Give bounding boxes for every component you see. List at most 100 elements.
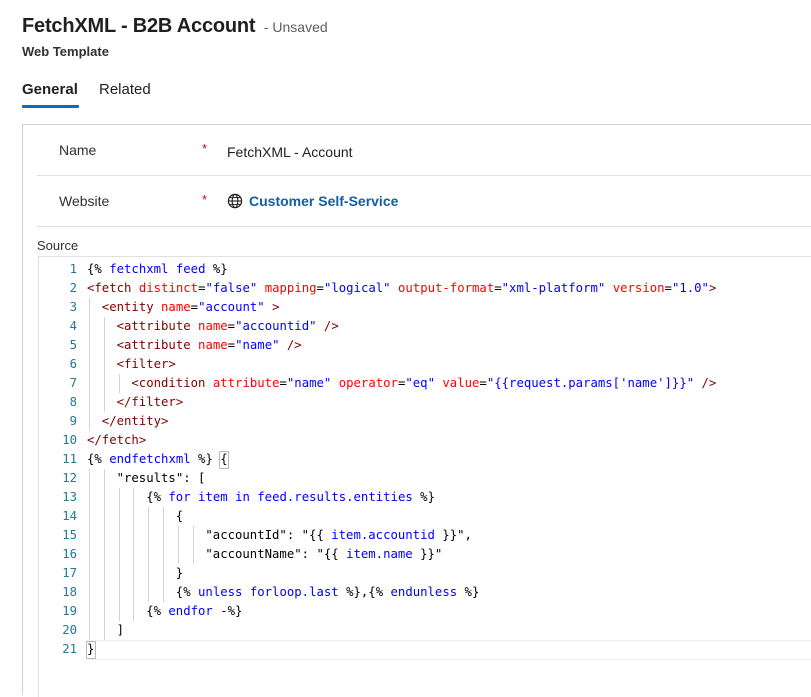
website-value: Customer Self-Service: [249, 193, 399, 209]
name-field[interactable]: FetchXML - Account: [227, 144, 353, 160]
code-token: distinct: [138, 281, 199, 295]
tab-related[interactable]: Related: [99, 81, 151, 98]
name-field-row: Name * FetchXML - Account: [37, 125, 811, 176]
code-token: />: [323, 319, 339, 333]
line-number: 8: [69, 395, 77, 409]
indent-guide: [89, 602, 90, 621]
code-token: =: [190, 300, 199, 314]
code-text: </fetch>: [87, 431, 146, 450]
entity-type-label: Web Template: [22, 44, 109, 59]
code-token: %}: [457, 585, 480, 599]
line-number: 18: [62, 585, 77, 599]
indent-guide: [192, 526, 194, 545]
required-indicator: *: [202, 192, 208, 207]
general-section: Name * FetchXML - Account Website * Cust…: [22, 124, 811, 697]
code-text: {% unless forloop.last %},{% endunless %…: [176, 583, 480, 602]
indent-guide: [148, 507, 150, 526]
record-header: FetchXML - B2B Account - Unsaved: [22, 15, 328, 38]
indent-guide: [148, 583, 150, 602]
code-token: </fetch>: [87, 433, 147, 447]
bracket-match-highlight: [86, 641, 96, 659]
indent-guide: [89, 564, 90, 583]
code-token: endunless: [390, 585, 458, 599]
code-token: %}: [412, 490, 435, 504]
indent-guide: [103, 469, 105, 488]
source-code-editor[interactable]: 1 {% fetchxml feed %} 2 <fetch distinct = "fa…: [38, 256, 811, 697]
indent-guide: [103, 545, 105, 564]
code-token: value: [442, 376, 480, 390]
indent-guide: [163, 564, 164, 583]
indent-guide: [177, 526, 179, 545]
code-token: name: [198, 338, 228, 352]
indent-guide: [103, 393, 105, 412]
indent-guide: [89, 393, 90, 412]
indent-guide: [148, 526, 150, 545]
indent-guide: [89, 412, 90, 431]
indent-guide: [163, 545, 164, 564]
indent-guide: [89, 526, 90, 545]
indent-guide: [89, 545, 90, 564]
code-text: <attribute name="accountid" />: [117, 317, 339, 336]
code-text: "accountId": "{{ item.accountid }}",: [205, 526, 472, 545]
indent-guide: [103, 526, 105, 545]
line-number: 20: [62, 623, 77, 637]
code-text: {% for item in feed.results.entities %}: [146, 488, 435, 507]
line-number: 7: [69, 376, 77, 390]
indent-guide: [133, 488, 135, 507]
indent-guide: [89, 469, 90, 488]
line-number: 1: [69, 262, 77, 276]
indent-guide: [148, 564, 150, 583]
line-number: 14: [62, 509, 77, 523]
code-token: -%}: [212, 604, 243, 618]
indent-guide: [103, 564, 105, 583]
code-token: <attribute: [116, 338, 191, 352]
code-token: {%: [146, 490, 169, 504]
indent-guide: [118, 488, 120, 507]
code-token: <attribute: [116, 319, 191, 333]
code-token: }}": [412, 547, 443, 561]
code-token: />: [701, 376, 717, 390]
website-lookup-link[interactable]: Customer Self-Service: [227, 193, 398, 209]
code-token: "1.0": [671, 281, 709, 295]
code-token: attribute: [212, 376, 280, 390]
indent-guide: [89, 355, 90, 374]
code-token: forloop.last: [249, 585, 339, 599]
code-token: "account": [198, 300, 265, 314]
code-text: <condition attribute="name" operator="eq…: [131, 374, 716, 393]
selected-tab-indicator: [22, 105, 79, 108]
code-text: <filter>: [117, 355, 176, 374]
code-text: {% fetchxml feed %}: [87, 260, 228, 279]
tab-general[interactable]: General: [22, 81, 78, 98]
code-token: =: [664, 281, 672, 295]
code-token: operator: [338, 376, 398, 390]
globe-icon: [227, 193, 243, 209]
line-number: 3: [69, 300, 77, 314]
name-label: Name: [59, 142, 97, 158]
code-token: "name": [235, 338, 280, 352]
indent-guide: [89, 374, 90, 393]
code-token: output-format: [397, 281, 495, 295]
code-token: mapping: [264, 281, 317, 295]
indent-guide: [89, 336, 90, 355]
code-token: unless: [198, 585, 243, 599]
code-token: feed.results.entities: [257, 490, 413, 504]
code-token: version: [612, 281, 665, 295]
code-token: <entity: [101, 300, 154, 314]
indent-guide: [103, 374, 105, 393]
source-label: Source: [37, 238, 79, 253]
line-number: 5: [69, 338, 77, 352]
code-token: =: [227, 319, 236, 333]
code-token: "accountId": "{{: [205, 528, 332, 542]
indent-guide: [118, 526, 120, 545]
code-token: }}",: [434, 528, 472, 542]
